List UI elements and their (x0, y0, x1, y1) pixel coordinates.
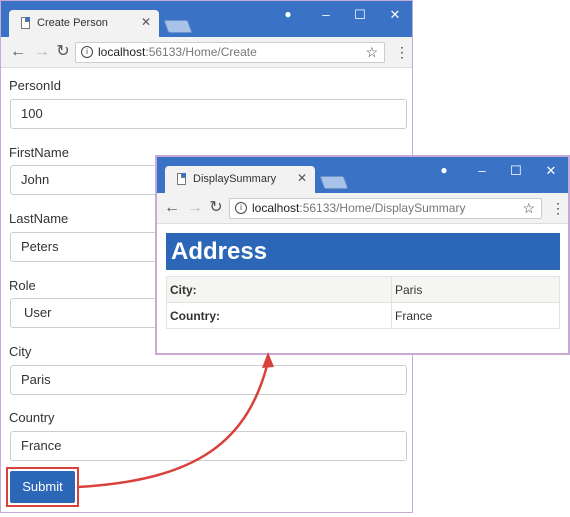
field-label-city: City (9, 344, 32, 359)
table-key: City: (166, 276, 392, 303)
minimize-icon[interactable]: – (472, 163, 492, 178)
reload-icon[interactable]: ↻ (207, 199, 225, 217)
table-value: Paris (391, 276, 560, 303)
forward-arrow-icon[interactable]: → (33, 43, 51, 61)
personid-input[interactable]: 100 (10, 99, 407, 129)
new-tab-button[interactable] (319, 176, 349, 189)
window-close-icon[interactable]: ✕ (541, 163, 561, 179)
tab-display-summary[interactable]: DisplaySummary ✕ (165, 166, 315, 193)
info-icon[interactable]: i (235, 202, 247, 214)
document-icon (21, 17, 30, 29)
browser-toolbar: ← → ↻ i localhost:56133/Home/DisplaySumm… (157, 193, 568, 224)
address-bar[interactable]: i localhost:56133/Home/DisplaySummary ☆ (229, 198, 542, 219)
tab-close-icon[interactable]: ✕ (141, 15, 151, 29)
field-label-personid: PersonId (9, 78, 62, 93)
info-icon[interactable]: i (81, 46, 93, 58)
kebab-menu-icon[interactable]: ⋮ (551, 200, 565, 216)
title-bar: DisplaySummary ✕ ● – ☐ ✕ (157, 157, 568, 193)
maximize-icon[interactable]: ☐ (350, 7, 370, 23)
kebab-menu-icon[interactable]: ⋮ (395, 44, 409, 60)
document-icon (177, 173, 186, 185)
reload-icon[interactable]: ↻ (54, 43, 72, 61)
table-key: Country: (166, 302, 392, 329)
url-text: localhost:56133/Home/DisplaySummary (252, 201, 466, 215)
url-text: localhost:56133/Home/Create (98, 45, 257, 59)
user-icon[interactable]: ● (434, 163, 454, 177)
minimize-icon[interactable]: – (316, 7, 336, 22)
title-bar: Create Person ✕ ● – ☐ ✕ (1, 1, 412, 37)
city-input[interactable]: Paris (10, 365, 407, 395)
address-heading: Address (166, 233, 560, 270)
submit-button[interactable]: Submit (10, 471, 75, 503)
field-label-role: Role (9, 278, 36, 293)
back-arrow-icon[interactable]: ← (9, 43, 27, 61)
star-icon[interactable]: ☆ (365, 43, 378, 62)
table-row: Country: France (166, 302, 560, 329)
table-value: France (391, 302, 560, 329)
new-tab-button[interactable] (163, 20, 193, 33)
field-label-firstname: FirstName (9, 145, 69, 160)
table-row: City: Paris (166, 276, 560, 303)
display-summary-window: DisplaySummary ✕ ● – ☐ ✕ ← → ↻ i localho… (156, 156, 569, 354)
field-label-country: Country (9, 410, 55, 425)
window-close-icon[interactable]: ✕ (385, 7, 405, 23)
country-input[interactable]: France (10, 431, 407, 461)
address-table: City: Paris Country: France (166, 276, 560, 329)
address-bar[interactable]: i localhost:56133/Home/Create ☆ (75, 42, 385, 63)
back-arrow-icon[interactable]: ← (163, 199, 181, 217)
tab-title: DisplaySummary (193, 173, 277, 185)
field-label-lastname: LastName (9, 211, 69, 226)
maximize-icon[interactable]: ☐ (506, 163, 526, 179)
tab-create-person[interactable]: Create Person ✕ (9, 10, 159, 37)
tab-title: Create Person (37, 17, 108, 29)
user-icon[interactable]: ● (278, 7, 298, 21)
star-icon[interactable]: ☆ (522, 199, 535, 218)
forward-arrow-icon[interactable]: → (186, 199, 204, 217)
browser-toolbar: ← → ↻ i localhost:56133/Home/Create ☆ ⋮ (1, 37, 412, 68)
tab-close-icon[interactable]: ✕ (297, 171, 307, 185)
